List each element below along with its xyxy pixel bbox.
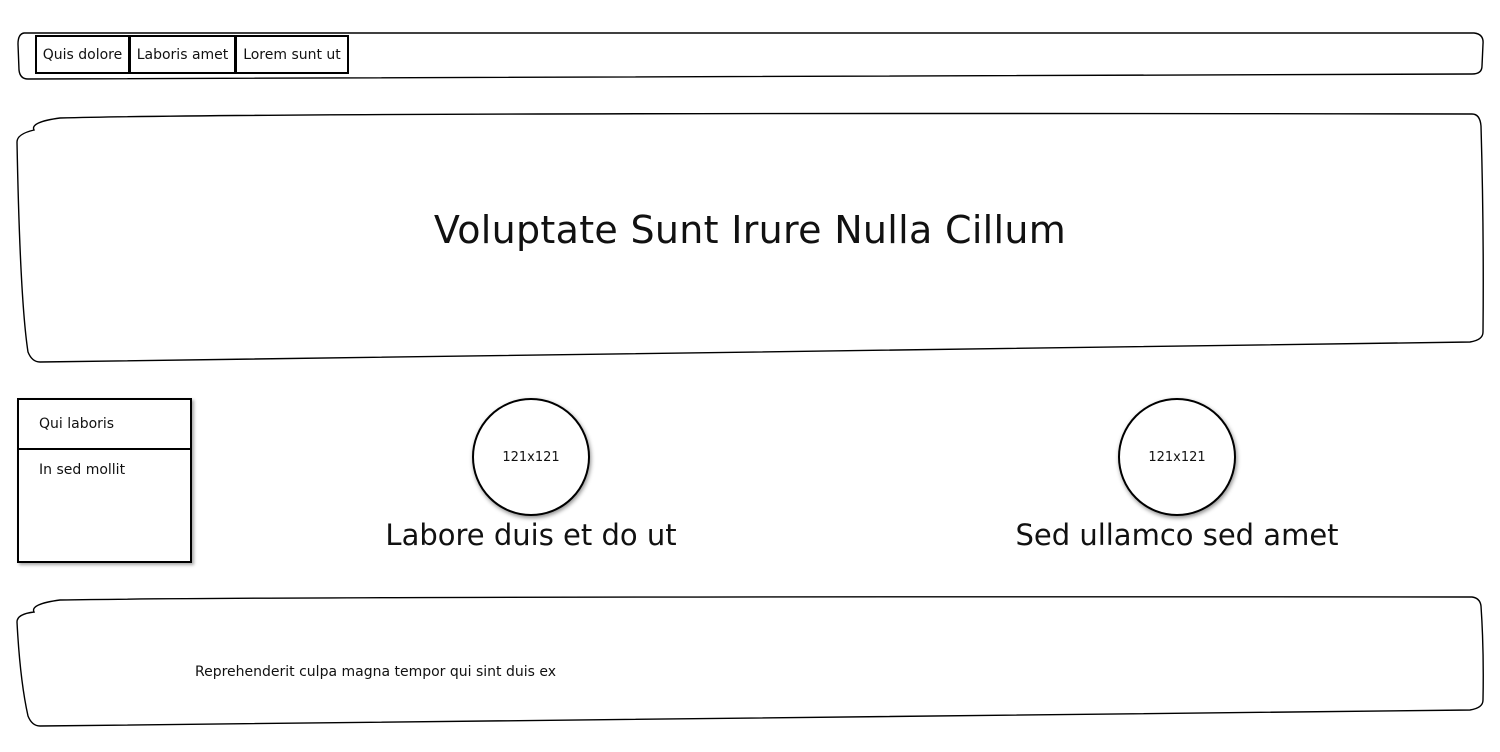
card-caption: Sed ullamco sed amet <box>1015 518 1339 552</box>
hero-title: Voluptate Sunt Irure Nulla Cillum <box>433 208 1067 252</box>
avatar-image-placeholder: 121x121 <box>1118 398 1236 516</box>
tab-laboris-amet[interactable]: Laboris amet <box>129 35 236 74</box>
tab-quis-dolore[interactable]: Quis dolore <box>35 35 130 74</box>
side-list-item-in-sed-mollit[interactable]: In sed mollit <box>19 450 190 478</box>
footer-text: Reprehenderit culpa magna tempor qui sin… <box>195 664 557 680</box>
sketch-frames <box>16 30 1484 727</box>
card-caption: Labore duis et do ut <box>385 518 677 552</box>
top-nav: Quis dolore Laboris amet Lorem sunt ut <box>35 35 349 76</box>
footer-frame <box>16 596 1484 727</box>
side-list: Qui laboris In sed mollit <box>17 398 192 563</box>
side-list-item-qui-laboris[interactable]: Qui laboris <box>19 400 190 450</box>
avatar-image-placeholder: 121x121 <box>472 398 590 516</box>
tab-lorem-sunt-ut[interactable]: Lorem sunt ut <box>235 35 349 74</box>
